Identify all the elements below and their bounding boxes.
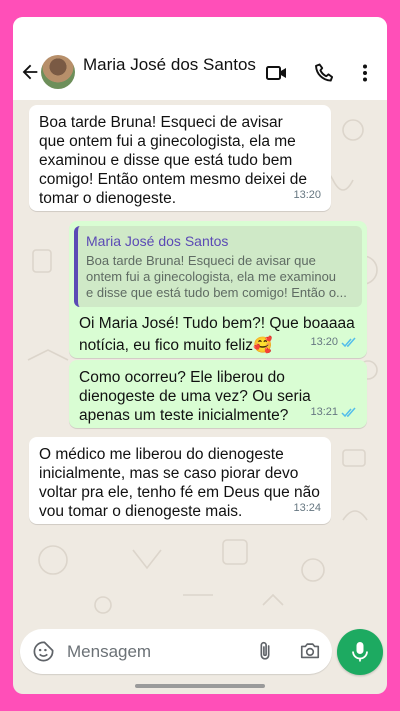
message-time: 13:21 <box>310 406 338 418</box>
sticker-emoji-icon[interactable] <box>32 640 55 663</box>
double-check-icon <box>341 407 356 418</box>
video-call-icon[interactable] <box>265 61 289 85</box>
message-input[interactable] <box>65 638 239 666</box>
message-time: 13:20 <box>310 336 338 348</box>
camera-icon[interactable] <box>298 640 322 662</box>
message-bubble-outgoing[interactable]: Maria José dos Santos Boa tarde Bruna! E… <box>69 221 367 358</box>
chat-header: Maria José dos Santos <box>13 17 387 100</box>
voice-message-button[interactable] <box>337 629 383 675</box>
message-meta: 13:20 <box>293 186 321 205</box>
message-composer <box>20 629 332 674</box>
more-vert-icon[interactable] <box>353 61 377 85</box>
contact-name[interactable]: Maria José dos Santos <box>83 55 256 75</box>
back-arrow-icon[interactable] <box>19 61 41 83</box>
message-text: O médico me liberou do dienogeste inicia… <box>39 446 320 520</box>
quoted-message[interactable]: Maria José dos Santos Boa tarde Bruna! E… <box>74 226 362 307</box>
avatar[interactable] <box>41 55 75 89</box>
microphone-icon <box>352 642 368 662</box>
message-time: 13:20 <box>293 189 321 201</box>
message-bubble-incoming[interactable]: Boa tarde Bruna! Esqueci de avisar que o… <box>29 105 331 211</box>
message-meta: 13:20 <box>310 333 357 352</box>
message-meta: 13:21 <box>310 403 357 422</box>
quoted-text: Boa tarde Bruna! Esqueci de avisar que o… <box>86 253 347 300</box>
message-time: 13:24 <box>293 502 321 514</box>
chat-screen: Maria José dos Santos Boa tarde Bruna! E… <box>13 17 387 694</box>
message-text: Boa tarde Bruna! Esqueci de avisar que o… <box>39 114 307 207</box>
phone-call-icon[interactable] <box>313 61 337 85</box>
paperclip-icon[interactable] <box>254 640 276 663</box>
double-check-icon <box>341 337 356 348</box>
message-bubble-incoming[interactable]: O médico me liberou do dienogeste inicia… <box>29 437 331 524</box>
gesture-nav-bar <box>135 684 265 688</box>
quoted-author: Maria José dos Santos <box>86 233 229 249</box>
message-bubble-outgoing[interactable]: Como ocorreu? Ele liberou do dienogeste … <box>69 360 367 428</box>
message-meta: 13:24 <box>293 499 321 518</box>
